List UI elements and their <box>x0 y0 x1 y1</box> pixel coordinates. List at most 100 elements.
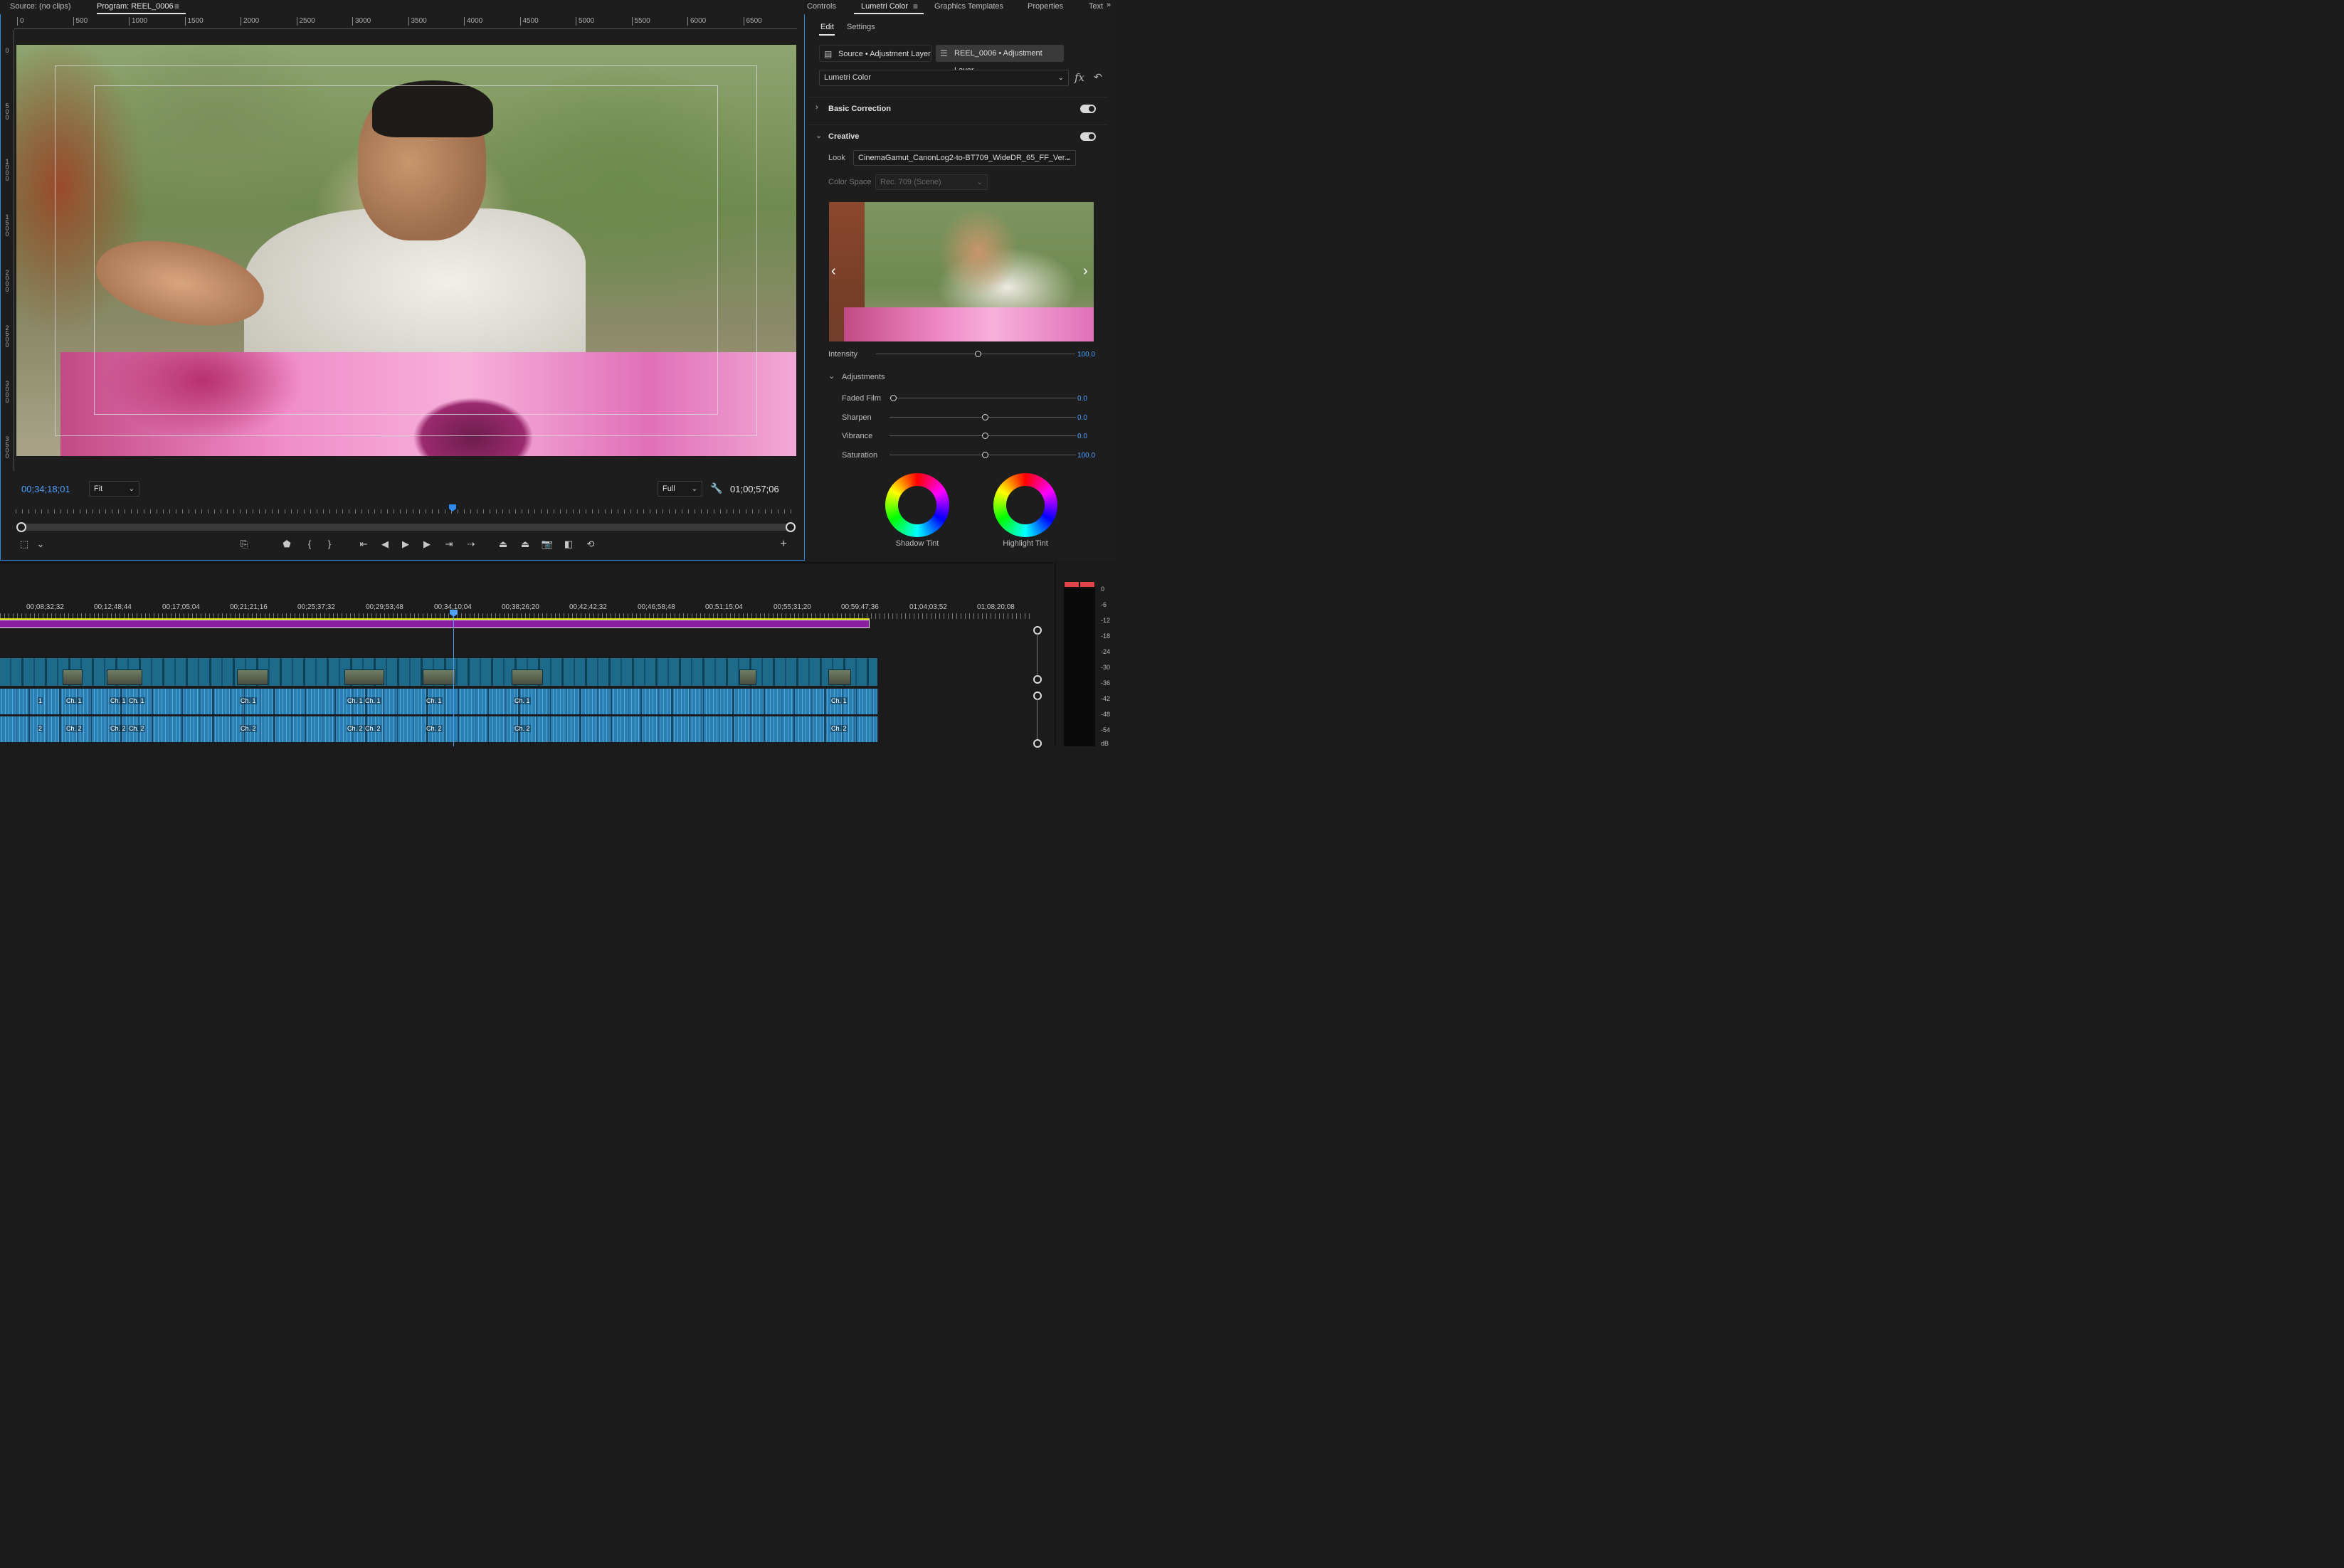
zoom-handle-left[interactable] <box>16 522 26 532</box>
tab-lumetri-color[interactable]: Lumetri Color <box>861 2 908 11</box>
next-look-icon[interactable]: › <box>1083 263 1088 280</box>
faded-film-value[interactable]: 0.0 <box>1077 395 1087 403</box>
multicam-icon[interactable]: ⎘ <box>237 538 251 551</box>
basic-correction-title: Basic Correction <box>828 105 892 113</box>
channel-label: 1 <box>38 697 43 704</box>
add-marker-icon[interactable]: ⬟ <box>280 538 294 551</box>
playback-resolution-select[interactable]: Full ⌄ <box>658 481 702 497</box>
effect-instance-select[interactable]: Lumetri Color ⌄ <box>819 70 1069 86</box>
comparison-view-icon[interactable]: ◧ <box>561 538 576 551</box>
clip-thumbnail[interactable] <box>237 669 268 685</box>
mark-in-icon[interactable]: { <box>302 538 317 551</box>
mark-out-icon[interactable]: } <box>322 538 337 551</box>
vibrance-value[interactable]: 0.0 <box>1077 433 1087 440</box>
tab-properties[interactable]: Properties <box>1028 2 1063 11</box>
basic-correction-header[interactable]: › Basic Correction <box>808 97 1107 120</box>
audio-tracks-scrollbar[interactable] <box>1037 699 1038 741</box>
chevron-down-icon[interactable]: ⌄ <box>33 538 48 551</box>
clip-thumbnail[interactable] <box>739 669 756 685</box>
step-forward-icon[interactable]: ▶ <box>420 538 434 551</box>
audio-meter-bars <box>1064 582 1095 746</box>
audio-tracks-scroll-top[interactable] <box>1033 692 1042 700</box>
extract-icon[interactable]: ⏏ <box>518 538 532 551</box>
panel-menu-icon[interactable]: ≡ <box>174 1 179 11</box>
audio-track-a1[interactable]: 1 Ch. 1 Ch. 1 Ch. 1 Ch. 1 Ch. 1 Ch. 1 Ch… <box>0 689 877 714</box>
basic-correction-toggle[interactable] <box>1080 105 1096 113</box>
go-to-out-icon[interactable]: ⇥ <box>442 538 456 551</box>
source-layer-button[interactable]: ▤ Source • Adjustment Layer <box>819 45 931 62</box>
add-button-icon[interactable]: + <box>776 538 791 551</box>
video-tracks-scroll-top[interactable] <box>1033 626 1042 635</box>
export-frame-icon[interactable]: 📷 <box>540 538 554 551</box>
timeline-timecode: 00;59;47;36 <box>841 603 879 611</box>
clip-thumbnail[interactable] <box>107 669 142 685</box>
previous-look-icon[interactable]: ‹ <box>831 263 836 280</box>
step-back-icon[interactable]: ◀ <box>378 538 392 551</box>
clip-thumbnail[interactable] <box>423 669 455 685</box>
ruler-label: 4500 <box>519 17 539 26</box>
sequence-layer-button[interactable]: ☰ REEL_0006 • Adjustment Layer <box>936 45 1064 75</box>
creative-header[interactable]: ⌄ Creative <box>808 125 1107 148</box>
tab-program[interactable]: Program: REEL_0006 <box>97 2 174 11</box>
clip-thumbnail[interactable] <box>344 669 384 685</box>
zoom-handle-right[interactable] <box>786 522 796 532</box>
look-select[interactable]: CinemaGamut_CanonLog2-to-BT709_WideDR_65… <box>853 150 1076 166</box>
insert-icon[interactable]: ⇢ <box>464 538 478 551</box>
go-to-in-icon[interactable]: ⇤ <box>357 538 371 551</box>
adjustments-title[interactable]: Adjustments <box>842 373 885 381</box>
look-value: CinemaGamut_CanonLog2-to-BT709_WideDR_65… <box>858 154 1071 162</box>
highlight-tint-wheel[interactable] <box>993 473 1057 537</box>
saturation-value[interactable]: 100.0 <box>1077 452 1095 460</box>
current-timecode[interactable]: 00;34;18;01 <box>21 484 70 494</box>
timeline-timecode: 01;08;20;08 <box>977 603 1015 611</box>
shadow-tint-wheel[interactable] <box>885 473 949 537</box>
tabs-overflow-icon[interactable]: » <box>1107 1 1111 9</box>
work-area-bar[interactable] <box>0 620 870 628</box>
chevron-right-icon: › <box>815 103 818 112</box>
channel-label: Ch. 2 <box>128 725 145 732</box>
intensity-value[interactable]: 100.0 <box>1077 351 1095 359</box>
tab-text[interactable]: Text <box>1089 2 1103 11</box>
fx-toggle-icon[interactable]: fx <box>1075 71 1084 84</box>
proxy-icon[interactable]: ⟲ <box>584 538 598 551</box>
resolution-value: Full <box>662 484 675 493</box>
sharpen-value[interactable]: 0.0 <box>1077 414 1087 422</box>
video-tracks-scroll-bottom[interactable] <box>1033 675 1042 684</box>
clip-thumbnail[interactable] <box>828 669 851 685</box>
tab-effect-controls[interactable]: Controls <box>807 2 836 11</box>
subtab-settings[interactable]: Settings <box>847 23 875 31</box>
settings-wrench-icon[interactable]: 🔧 <box>710 482 722 494</box>
saturation-knob[interactable] <box>982 452 988 458</box>
vibrance-knob[interactable] <box>982 433 988 439</box>
peak-indicator-right[interactable] <box>1080 582 1094 587</box>
zoom-level-select[interactable]: Fit ⌄ <box>89 481 139 497</box>
chevron-down-icon[interactable]: ⌄ <box>828 371 835 381</box>
audio-tracks-scroll-bottom[interactable] <box>1033 739 1042 748</box>
faded-film-knob[interactable] <box>890 395 897 401</box>
safe-margins-icon[interactable]: ⬚ <box>17 538 31 551</box>
shadow-tint-label: Shadow Tint <box>895 539 939 548</box>
creative-toggle[interactable] <box>1080 132 1096 141</box>
panel-menu-icon[interactable]: ≡ <box>913 1 918 11</box>
intensity-slider-knob[interactable] <box>975 351 981 357</box>
monitor-time-ruler[interactable] <box>16 505 796 514</box>
subtab-edit[interactable]: Edit <box>820 23 834 31</box>
channel-label: Ch. 2 <box>110 725 127 732</box>
tab-graphics-templates[interactable]: Graphics Templates <box>934 2 1003 11</box>
ruler-label: 1000 <box>129 17 147 26</box>
sharpen-knob[interactable] <box>982 414 988 420</box>
clip-thumbnail[interactable] <box>63 669 83 685</box>
tab-source[interactable]: Source: (no clips) <box>10 2 71 11</box>
video-tracks-scrollbar[interactable] <box>1037 633 1038 674</box>
timeline-timecode: 00;29;53;48 <box>366 603 403 611</box>
reset-icon[interactable]: ↶ <box>1094 71 1102 83</box>
clip-thumbnail[interactable] <box>512 669 543 685</box>
video-track-v1[interactable] <box>0 658 877 686</box>
db-label: -36 <box>1101 679 1111 687</box>
peak-indicator-left[interactable] <box>1065 582 1079 587</box>
lift-icon[interactable]: ⏏ <box>496 538 510 551</box>
audio-track-a2[interactable]: 2 Ch. 2 Ch. 2 Ch. 2 Ch. 2 Ch. 2 Ch. 2 Ch… <box>0 716 877 742</box>
channel-label: Ch. 1 <box>514 697 531 704</box>
monitor-zoom-scrollbar[interactable] <box>16 522 796 532</box>
play-icon[interactable]: ▶ <box>398 538 413 551</box>
